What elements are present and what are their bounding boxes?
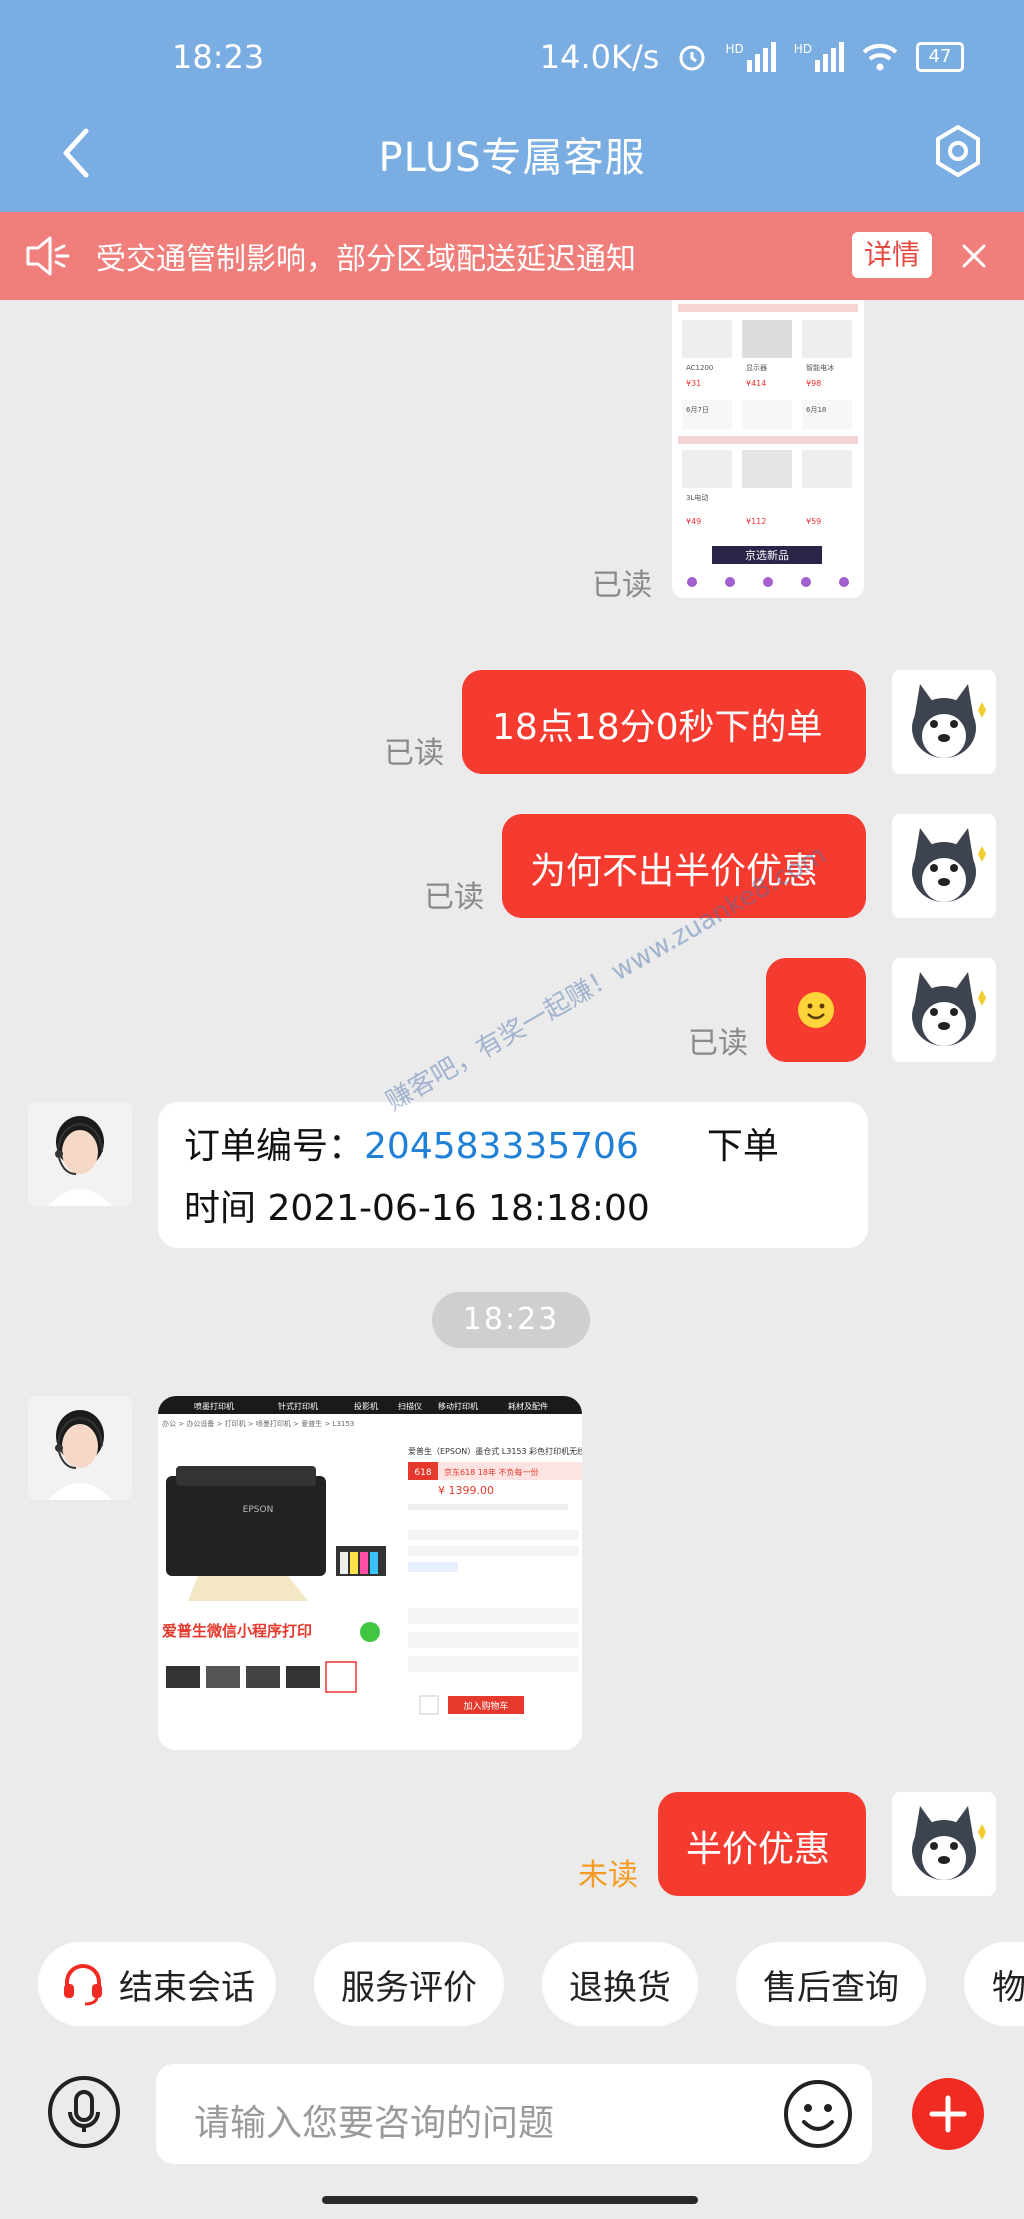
read-status: 已读 [592, 568, 652, 603]
nav-item-6: 耗材及配件 [508, 1401, 548, 1411]
nav-item-3: 投影机 [354, 1401, 378, 1411]
notice-detail-button[interactable]: 详情 [852, 232, 932, 278]
promo-tag: 618 [414, 1468, 431, 1478]
read-status: 已读 [688, 1026, 748, 1061]
home-indicator[interactable] [322, 2196, 698, 2204]
agent-avatar[interactable] [28, 1396, 132, 1500]
chip-label: 物流 [992, 1967, 1024, 2008]
nav-item-5: 移动打印机 [438, 1401, 478, 1411]
page-title: PLUS专属客服 [378, 135, 646, 181]
input-placeholder: 请输入您要咨询的问题 [194, 2103, 555, 2144]
screenshot-thumbnail: AC1200 显示器 智能电冰 ¥31 ¥414 ¥98 6月7日 6月18 3… [672, 300, 864, 598]
tile-price-6: ¥59 [806, 517, 821, 526]
nav-item-2: 针式打印机 [278, 1401, 318, 1411]
message-input[interactable]: 请输入您要咨询的问题 [156, 2064, 872, 2164]
nav-item-4: 扫描仪 [398, 1401, 422, 1411]
promo-text: 京东618 18年 不负每一份 [444, 1467, 539, 1477]
user-message-bubble[interactable]: 18点18分0秒下的单 [462, 670, 866, 774]
net-speed: 14.0K/s [539, 38, 660, 76]
tile-label-5: 6月18 [806, 406, 826, 414]
app-header: 18:23 14.0K/s HD HD 47 PLUS专属客服 [0, 0, 1024, 212]
husky-dog-icon [892, 958, 996, 1062]
tile-label-2: 显示器 [746, 364, 767, 372]
smiley-emoji-icon [798, 992, 834, 1028]
order-label: 订单编号： [184, 1126, 365, 1167]
tile-price-1: ¥31 [686, 379, 701, 388]
tile-label-4: 6月7日 [686, 406, 709, 414]
wifi-icon [862, 43, 898, 71]
user-avatar[interactable] [892, 1792, 996, 1896]
add-to-cart-button: 加入购物车 [463, 1700, 508, 1712]
husky-dog-icon [892, 670, 996, 774]
chip-label: 服务评价 [341, 1967, 477, 2008]
read-status: 已读 [424, 880, 484, 915]
chip-label: 结束会话 [119, 1967, 255, 2008]
support-agent-icon [28, 1102, 132, 1206]
return-exchange-chip[interactable]: 退换货 [542, 1942, 698, 2026]
user-avatar[interactable] [892, 814, 996, 918]
breadcrumb: 办公 > 办公设备 > 打印机 > 喷墨打印机 > 爱普生 > L3153 [162, 1419, 354, 1428]
sent-screenshot-image[interactable]: AC1200 显示器 智能电冰 ¥31 ¥414 ¥98 6月7日 6月18 3… [672, 300, 864, 598]
product-title: 爱普生（EPSON）墨仓式 L3153 彩色打印机无线 [408, 1446, 582, 1456]
order-time: 时间 2021-06-16 18:18:00 [184, 1188, 650, 1229]
emoji-icon[interactable] [780, 2076, 856, 2152]
chip-label: 售后查询 [763, 1967, 899, 2008]
close-icon[interactable] [952, 234, 996, 278]
plus-icon [929, 2095, 967, 2133]
signal-icon-2: HD [794, 42, 844, 72]
hd-label-2: HD [793, 42, 812, 56]
tile-price-4: ¥49 [686, 517, 701, 526]
service-rating-chip[interactable]: 服务评价 [314, 1942, 504, 2026]
chip-label: 退换货 [569, 1967, 671, 2008]
unread-status: 未读 [578, 1858, 638, 1893]
settings-icon[interactable] [928, 121, 988, 181]
order-line-1: 订单编号：204583335706 下单 [184, 1116, 868, 1178]
tile-label-6: 3L电动 [686, 493, 708, 502]
read-status: 已读 [384, 736, 444, 771]
order-number-link[interactable]: 204583335706 [364, 1126, 639, 1167]
order-suffix: 下单 [706, 1126, 779, 1167]
user-message-bubble[interactable]: 半价优惠 [658, 1792, 866, 1896]
nav-item-1: 喷墨打印机 [194, 1401, 234, 1411]
end-session-chip[interactable]: 结束会话 [38, 1942, 276, 2026]
signal-icon: HD [725, 42, 776, 72]
quick-action-bar: 结束会话 服务评价 退换货 售后查询 物流 [0, 1942, 1024, 2028]
status-icons: 14.0K/s HD HD 47 [540, 38, 964, 76]
chat-timestamp: 18:23 [432, 1292, 590, 1348]
product-screenshot-image[interactable]: 喷墨打印机 针式打印机 投影机 扫描仪 移动打印机 耗材及配件 办公 > 办公设… [158, 1396, 582, 1750]
battery-icon: 47 [916, 42, 964, 72]
hd-label: HD [725, 42, 744, 56]
tile-price-5: ¥112 [746, 517, 766, 526]
logistics-chip[interactable]: 物流 [964, 1942, 1024, 2026]
alarm-icon [679, 45, 705, 71]
tile-price-2: ¥414 [746, 379, 766, 388]
agent-message-bubble[interactable]: 订单编号：204583335706 下单 时间 2021-06-16 18:18:… [158, 1102, 868, 1248]
delivery-notice-banner: 受交通管制影响，部分区域配送延迟通知 详情 [0, 212, 1024, 300]
speaker-icon [26, 236, 70, 276]
husky-dog-icon [892, 814, 996, 918]
tile-label-1: AC1200 [686, 364, 713, 372]
microphone-icon[interactable] [46, 2074, 122, 2150]
input-bar: 请输入您要咨询的问题 [0, 2052, 1024, 2172]
user-avatar[interactable] [892, 670, 996, 774]
program-text: 爱普生微信小程序打印 [162, 1622, 312, 1640]
printer-brand: EPSON [243, 1505, 274, 1515]
banner-text: 京选新品 [745, 548, 789, 562]
headset-icon [64, 1964, 102, 2006]
agent-avatar[interactable] [28, 1102, 132, 1206]
product-price: ¥ 1399.00 [438, 1484, 494, 1497]
notice-text: 受交通管制影响，部分区域配送延迟通知 [96, 242, 636, 277]
nav-bar: PLUS专属客服 [0, 115, 1024, 185]
user-avatar[interactable] [892, 958, 996, 1062]
husky-dog-icon [892, 1792, 996, 1896]
user-emoji-bubble[interactable] [766, 958, 866, 1062]
status-bar: 18:23 14.0K/s HD HD 47 [0, 34, 1024, 84]
after-sales-chip[interactable]: 售后查询 [736, 1942, 926, 2026]
status-time: 18:23 [172, 38, 265, 76]
tile-price-3: ¥98 [806, 379, 821, 388]
product-page-thumbnail: 喷墨打印机 针式打印机 投影机 扫描仪 移动打印机 耗材及配件 办公 > 办公设… [158, 1396, 582, 1750]
add-more-button[interactable] [912, 2078, 984, 2150]
tile-label-3: 智能电冰 [806, 363, 834, 372]
support-agent-icon [28, 1396, 132, 1500]
